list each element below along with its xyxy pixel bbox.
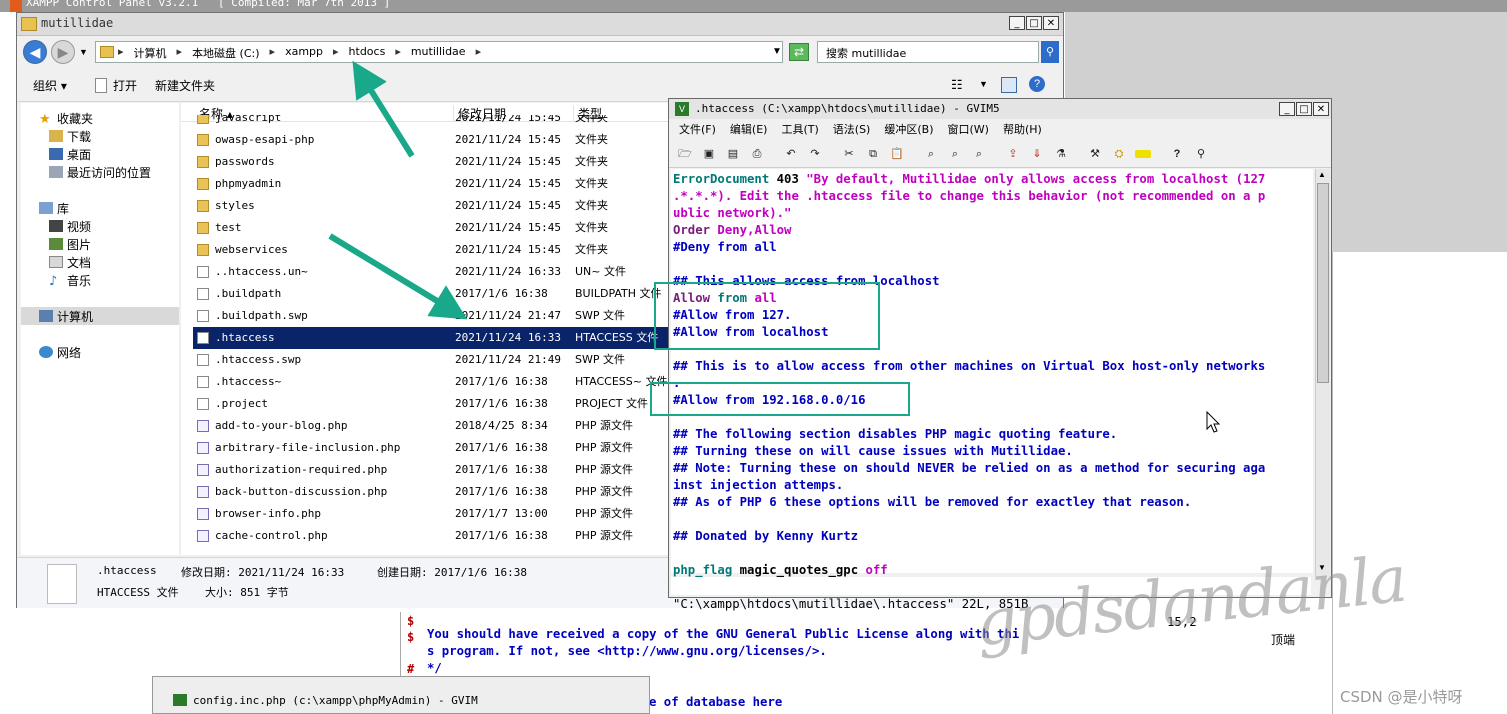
csdn-watermark: CSDN @是小特呀 xyxy=(1340,688,1463,706)
mouse-cursor-icon xyxy=(1206,411,1221,433)
arrow-to-htaccess xyxy=(328,233,468,320)
arrow-to-htdocs xyxy=(352,60,415,158)
